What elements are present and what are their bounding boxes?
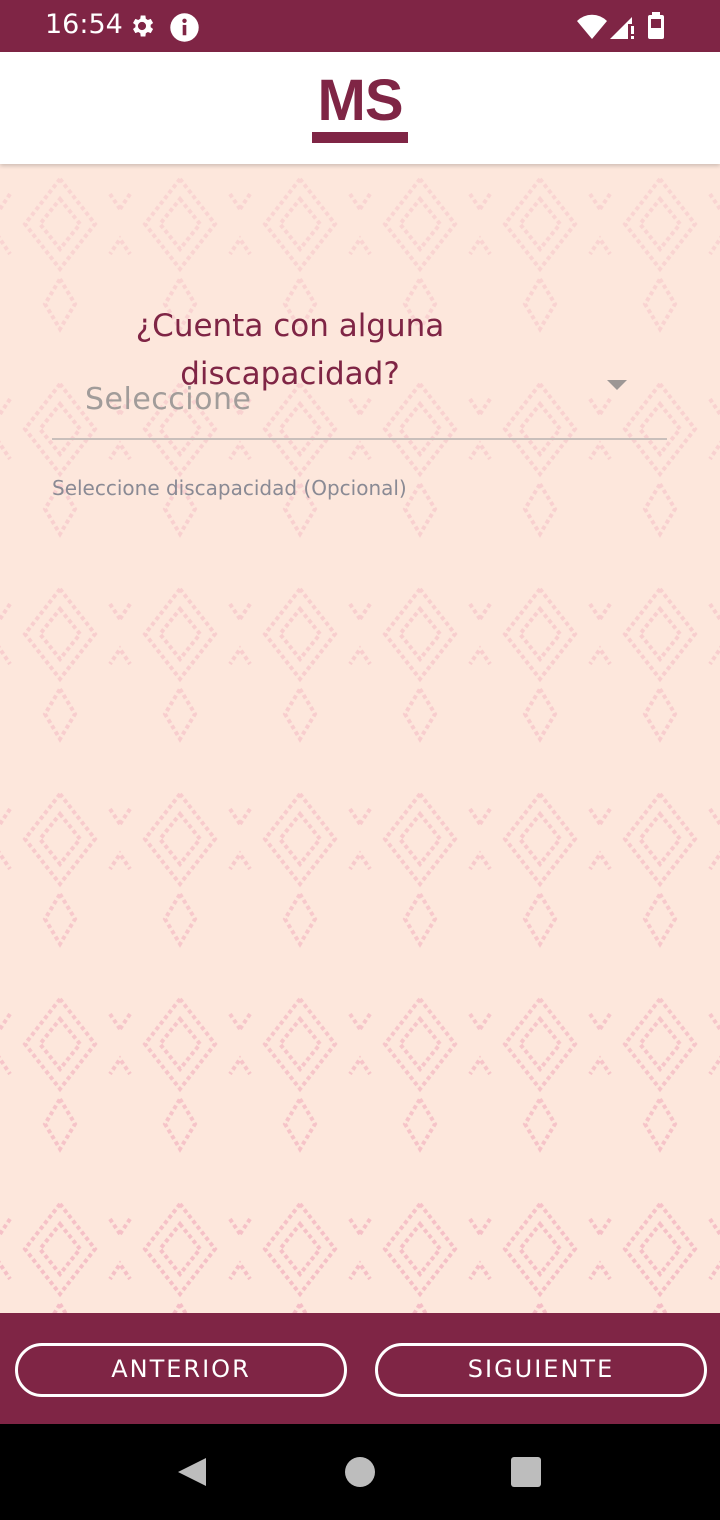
signal-icon — [610, 17, 634, 39]
chevron-down-icon — [607, 380, 627, 390]
next-button[interactable]: SIGUIENTE — [375, 1343, 707, 1397]
battery-icon — [648, 12, 664, 39]
gear-icon — [133, 15, 154, 37]
form-content: ¿Cuenta con alguna discapacidad? Selecci… — [0, 164, 720, 1313]
system-nav-bar — [0, 1424, 720, 1520]
ms-logo: MS — [310, 68, 410, 146]
bottom-bar: ANTERIOR SIGUIENTE — [0, 1313, 720, 1424]
home-icon[interactable] — [345, 1457, 375, 1487]
status-time: 16:54 — [45, 9, 123, 40]
app-header: MS — [0, 52, 720, 164]
status-bar: 16:54 — [0, 0, 720, 52]
wifi-icon — [577, 14, 607, 40]
previous-button[interactable]: ANTERIOR — [15, 1343, 347, 1397]
question-title: ¿Cuenta con alguna discapacidad? — [135, 308, 445, 392]
info-icon — [170, 13, 199, 42]
logo-underline — [312, 132, 408, 143]
dropdown-helper-text: Seleccione discapacidad (Opcional) — [52, 476, 407, 500]
recents-icon[interactable] — [511, 1457, 541, 1487]
back-icon[interactable] — [176, 1456, 208, 1488]
logo-text: MS — [317, 68, 404, 133]
